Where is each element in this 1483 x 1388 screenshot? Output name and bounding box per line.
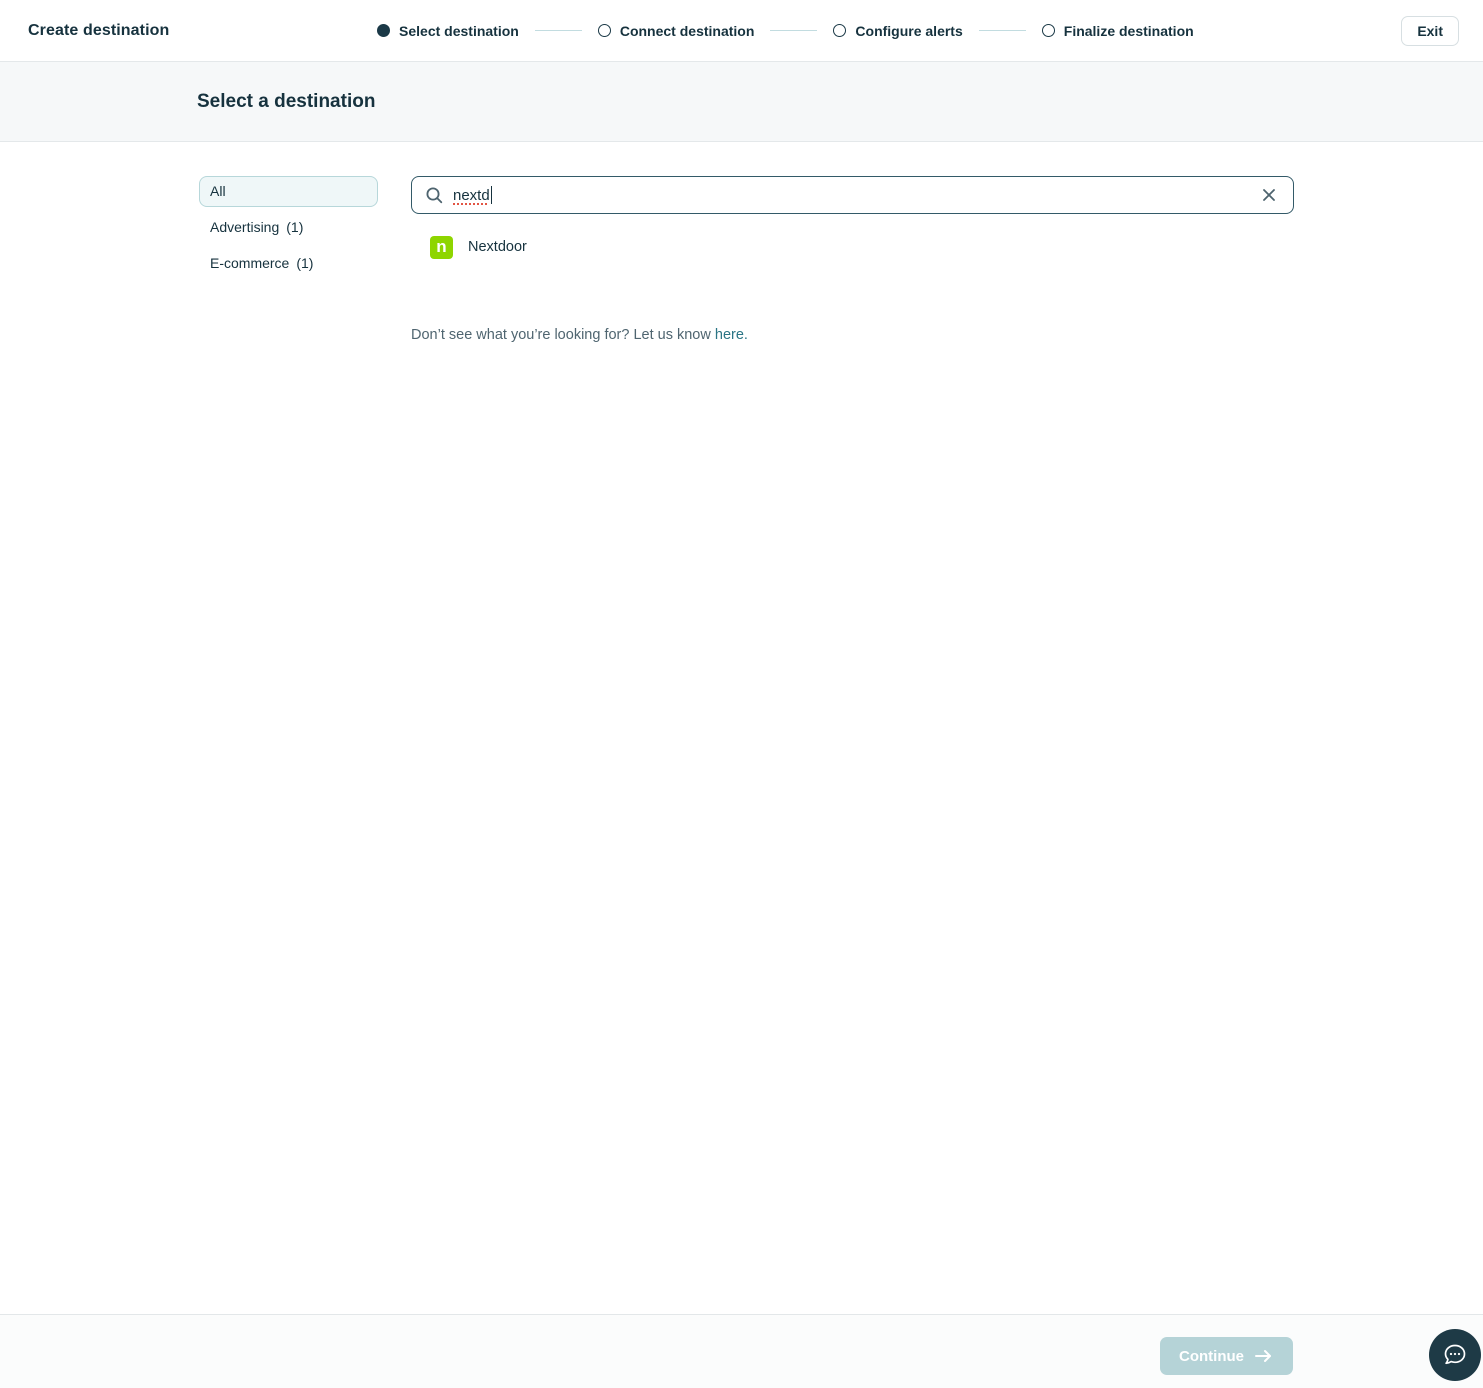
search-input[interactable]: nextd: [411, 176, 1294, 214]
close-icon: [1260, 186, 1278, 204]
continue-label: Continue: [1179, 1348, 1244, 1365]
step-connect-destination: Connect destination: [598, 23, 755, 39]
text-caret: [491, 186, 493, 204]
filter-count: (1): [286, 218, 303, 237]
chat-widget-button[interactable]: [1429, 1329, 1481, 1381]
step-label: Select destination: [399, 23, 519, 39]
step-label: Configure alerts: [855, 23, 962, 39]
subheader: Select a destination: [0, 62, 1483, 142]
destination-option-nextdoor[interactable]: n Nextdoor: [411, 225, 1294, 269]
let-us-know-link[interactable]: here.: [715, 327, 748, 343]
search-input-value: nextd: [453, 187, 490, 204]
step-indicator-icon: [598, 24, 611, 37]
nextdoor-icon: n: [430, 236, 453, 259]
filter-count: (1): [296, 254, 313, 273]
continue-button[interactable]: Continue: [1160, 1337, 1293, 1375]
step-configure-alerts: Configure alerts: [833, 23, 962, 39]
main-content: All Advertising (1) E-commerce (1) nextd: [0, 142, 1483, 343]
filter-item-advertising[interactable]: Advertising (1): [199, 212, 378, 243]
wizard-footer: Continue: [0, 1314, 1483, 1388]
destination-results-panel: nextd n Nextdoor Don’t see what you’re l…: [411, 176, 1294, 343]
missing-destination-text: Don’t see what you’re looking for? Let u…: [411, 327, 715, 343]
step-connector: [535, 30, 582, 31]
step-finalize-destination: Finalize destination: [1042, 23, 1194, 39]
step-connector: [770, 30, 817, 31]
step-label: Finalize destination: [1064, 23, 1194, 39]
filter-item-all[interactable]: All: [199, 176, 378, 207]
filter-label: All: [210, 182, 226, 201]
filter-item-ecommerce[interactable]: E-commerce (1): [199, 248, 378, 279]
clear-search-button[interactable]: [1258, 184, 1280, 206]
category-filter-list: All Advertising (1) E-commerce (1): [199, 176, 378, 343]
arrow-right-icon: [1254, 1348, 1274, 1364]
step-label: Connect destination: [620, 23, 755, 39]
step-connector: [979, 30, 1026, 31]
step-indicator-icon: [833, 24, 846, 37]
filter-label: E-commerce: [210, 254, 289, 273]
search-icon: [425, 186, 444, 205]
step-indicator-icon: [1042, 24, 1055, 37]
destination-name: Nextdoor: [468, 239, 527, 255]
subheader-title: Select a destination: [197, 91, 375, 113]
missing-destination-note: Don’t see what you’re looking for? Let u…: [411, 327, 1294, 343]
step-indicator-active-icon: [377, 24, 390, 37]
chat-bubble-icon: [1441, 1341, 1469, 1369]
stepper: Select destination Connect destination C…: [377, 23, 1194, 39]
step-select-destination: Select destination: [377, 23, 519, 39]
exit-button[interactable]: Exit: [1401, 16, 1459, 46]
page-title: Create destination: [28, 22, 169, 40]
filter-label: Advertising: [210, 218, 279, 237]
wizard-header: Create destination Select destination Co…: [0, 0, 1483, 62]
